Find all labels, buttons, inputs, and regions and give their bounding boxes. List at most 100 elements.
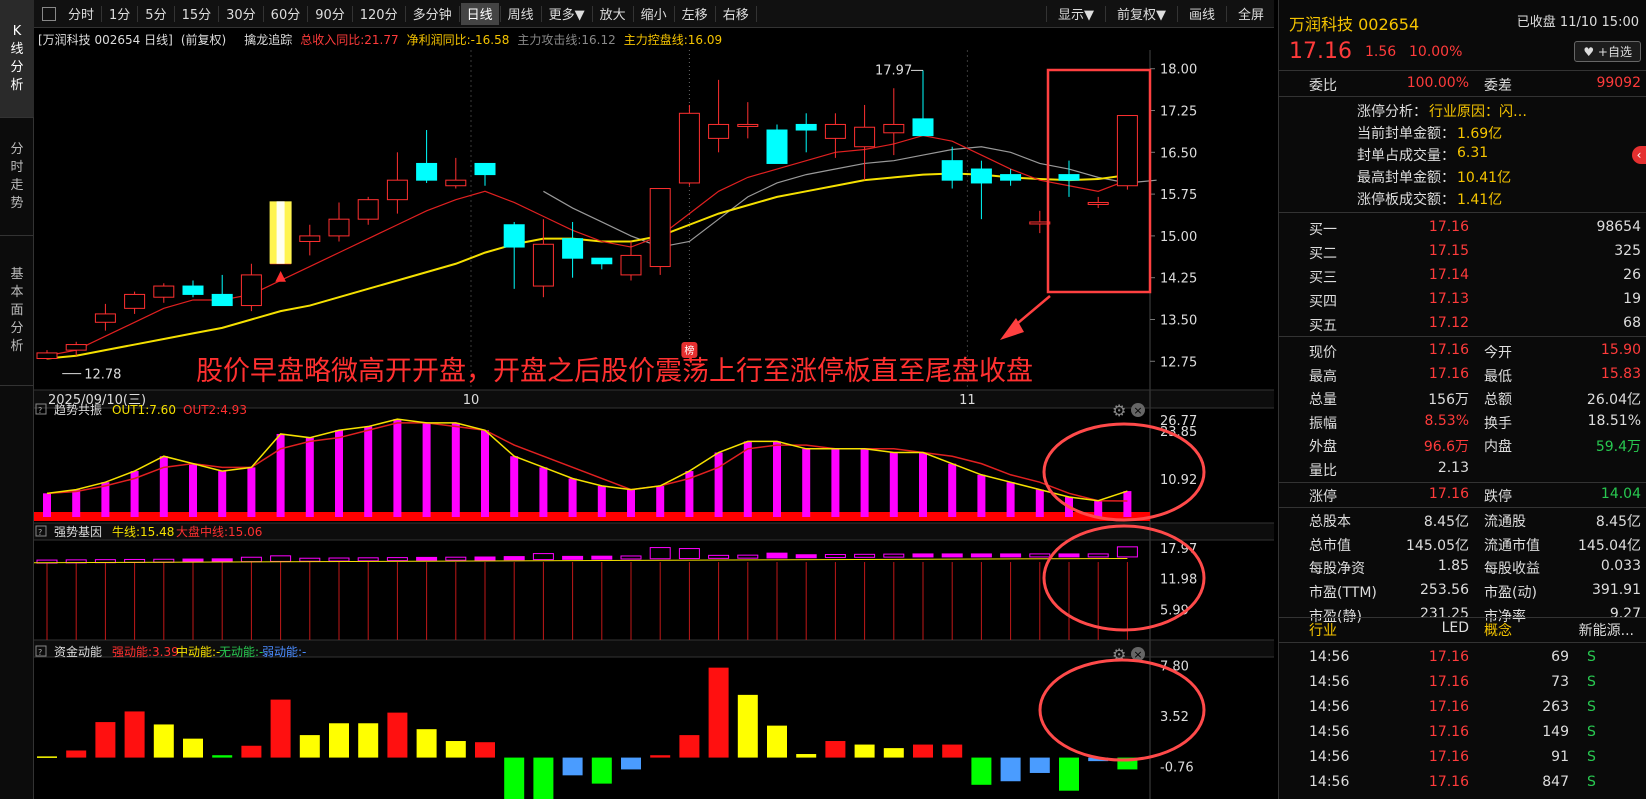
candle[interactable] — [153, 283, 175, 303]
candle[interactable] — [240, 263, 262, 312]
stat-label: 每股收益 — [1484, 561, 1540, 578]
kline-chart[interactable]: 18.00 17.25 16.50 15.75 15.00 14.25 13.50 12.75… — [34, 50, 1274, 799]
period-button[interactable]: 周线 — [502, 3, 540, 25]
candle[interactable] — [36, 350, 58, 360]
settings-icon[interactable]: ⚙ — [1112, 401, 1126, 420]
bid-price: 17.14 — [1428, 267, 1469, 283]
candle[interactable] — [766, 124, 788, 164]
display-button[interactable]: 前复权▼ — [1107, 3, 1176, 25]
indicator-name[interactable]: 擒龙追踪 — [244, 31, 292, 48]
tick-side: S — [1587, 649, 1596, 665]
candle[interactable] — [416, 130, 438, 183]
quote-row: 现价 17.16 今开 15.90 — [1279, 339, 1646, 363]
left-sidebar: K线分析分时走势基本面分析 — [0, 0, 34, 799]
candle[interactable] — [532, 219, 554, 298]
display-button[interactable]: 显示▼ — [1048, 3, 1104, 25]
candle-body — [65, 344, 87, 351]
action-button[interactable]: 左移 — [676, 3, 714, 25]
limit-up-info-value: 行业原因：闪… — [1429, 104, 1527, 120]
checkbox-icon[interactable] — [42, 6, 56, 21]
action-button[interactable]: 缩小 — [635, 3, 673, 25]
candle[interactable] — [1058, 160, 1080, 197]
gene-block — [240, 556, 262, 563]
gene-block — [1000, 553, 1022, 558]
display-button[interactable]: 画线 — [1179, 3, 1225, 25]
candle[interactable] — [94, 303, 116, 331]
tick-side: S — [1587, 774, 1596, 790]
candle[interactable] — [620, 241, 642, 281]
candle[interactable] — [299, 224, 321, 256]
candle[interactable] — [795, 113, 817, 153]
limit-up-info-label: 涨停分析： — [1357, 104, 1427, 120]
candle[interactable] — [386, 152, 408, 214]
period-button[interactable]: 30分 — [220, 3, 262, 25]
period-button[interactable]: 5分 — [139, 3, 172, 25]
sidebar-tab-2[interactable]: 基本面分析 — [0, 236, 34, 386]
period-button[interactable]: 日线 — [460, 2, 499, 25]
period-button[interactable]: 120分 — [354, 3, 404, 25]
candle[interactable] — [357, 196, 379, 225]
period-button[interactable]: 15分 — [176, 3, 218, 25]
candle-body — [1058, 174, 1080, 181]
adjust-label[interactable]: (前复权) — [181, 31, 226, 48]
tick-price: 17.16 — [1428, 774, 1469, 790]
panel-title[interactable]: 趋势共振 — [54, 403, 102, 417]
candle[interactable] — [474, 162, 496, 186]
candle-body — [94, 313, 116, 323]
stat-label: 外盘 — [1309, 439, 1337, 456]
period-button[interactable]: 90分 — [309, 3, 351, 25]
sidebar-tab-1[interactable]: 分时走势 — [0, 118, 34, 236]
add-watchlist-button[interactable]: ♥ +自选 — [1574, 41, 1641, 62]
candle-body — [503, 224, 525, 248]
action-button[interactable]: 放大 — [594, 3, 632, 25]
concept-label[interactable]: 概念 — [1484, 620, 1512, 640]
stat-label: 总股本 — [1309, 514, 1351, 531]
period-button[interactable]: 多分钟 — [407, 3, 458, 25]
high-price-label: 17.97 — [875, 63, 912, 78]
candle[interactable] — [124, 291, 146, 314]
bid-level-label: 买三 — [1309, 270, 1337, 286]
tick-volume: 263 — [1542, 699, 1569, 715]
candle[interactable] — [649, 188, 671, 275]
period-button[interactable]: 更多▼ — [543, 3, 591, 25]
fund-bar — [124, 711, 145, 758]
toolbar-separator — [1045, 5, 1047, 22]
candle[interactable] — [941, 146, 963, 189]
candle-body — [795, 123, 817, 131]
action-button[interactable]: 右移 — [717, 3, 755, 25]
candle[interactable] — [678, 104, 700, 186]
candle[interactable] — [1116, 115, 1138, 190]
quote-row: 量比 2.13 — [1279, 457, 1646, 481]
candle[interactable] — [562, 221, 584, 278]
sidebar-tab-0[interactable]: K线分析 — [0, 0, 34, 118]
period-button[interactable]: 分时 — [62, 3, 100, 25]
candle[interactable] — [854, 104, 876, 181]
candle[interactable] — [708, 79, 730, 153]
quote-row: 振幅 8.53% 换手 18.51% — [1279, 410, 1646, 434]
candle-body — [240, 274, 262, 307]
fund-bar — [650, 755, 671, 758]
trend-bar — [627, 489, 635, 517]
candle[interactable] — [591, 257, 613, 270]
candle[interactable] — [211, 274, 233, 307]
candle[interactable] — [445, 157, 467, 189]
candle[interactable] — [182, 280, 204, 298]
limit-up-info-value: 1.69亿 — [1457, 126, 1503, 142]
stat-label: 振幅 — [1309, 415, 1337, 432]
candle[interactable] — [328, 202, 350, 242]
period-button[interactable]: 60分 — [265, 3, 307, 25]
period-button[interactable]: 1分 — [103, 3, 136, 25]
panel-collapse-handle[interactable]: ‹ — [1632, 146, 1646, 164]
display-button[interactable]: 全屏 — [1228, 3, 1274, 25]
panel-title[interactable]: 资金动能 — [54, 644, 102, 659]
candle[interactable] — [503, 221, 525, 289]
candle[interactable] — [737, 102, 759, 139]
panel-title[interactable]: 强势基因 — [54, 525, 102, 539]
stat-value: 59.4万 — [1595, 439, 1641, 456]
industry-label[interactable]: 行业 — [1309, 620, 1337, 640]
candle[interactable] — [1087, 196, 1109, 209]
candle[interactable] — [970, 160, 992, 220]
bid-price: 17.13 — [1428, 291, 1469, 307]
candle[interactable] — [912, 70, 934, 137]
fund-bar — [270, 699, 291, 758]
